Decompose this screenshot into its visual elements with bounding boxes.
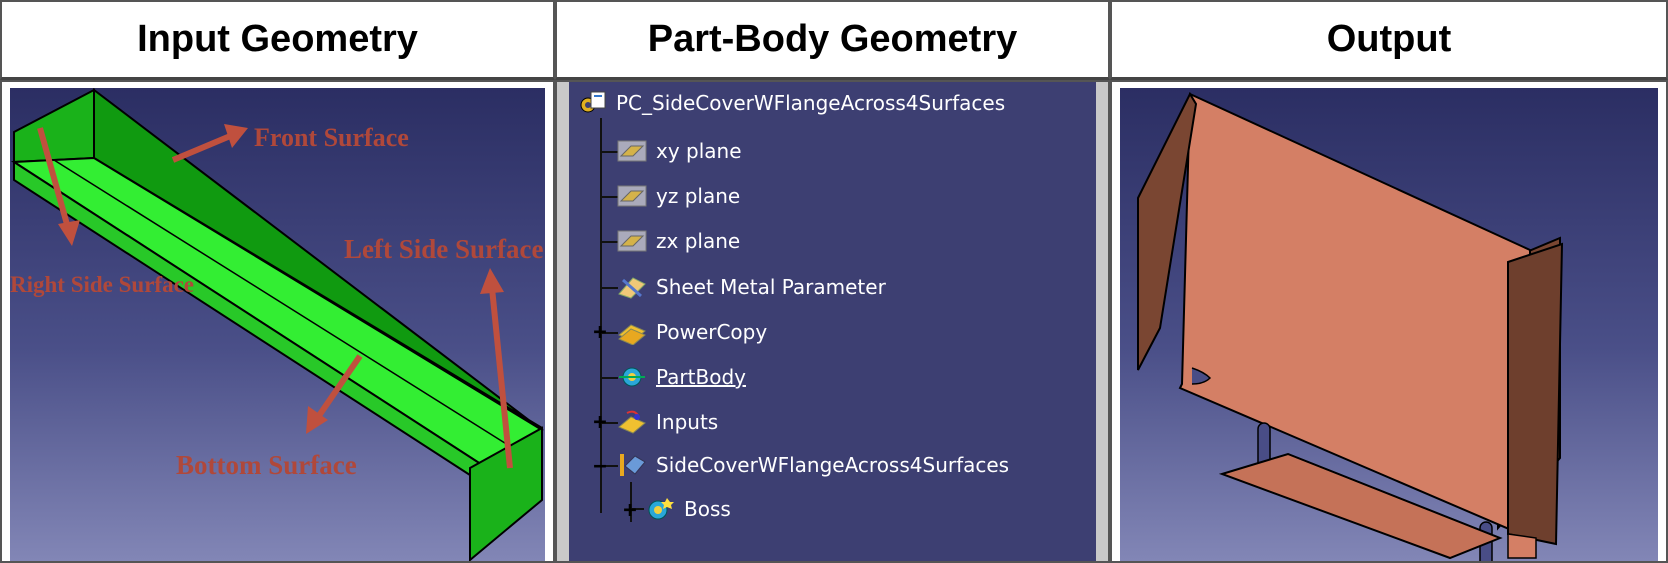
expand-inputs-icon[interactable]: + <box>591 412 609 434</box>
feature-icon <box>617 452 647 478</box>
tree-item-sheet-metal-parameter[interactable]: Sheet Metal Parameter <box>617 270 889 304</box>
bottom-surface-label: Bottom Surface <box>176 450 357 480</box>
comparison-table: Input Geometry Part-Body Geometry Output <box>0 0 1668 563</box>
output-right-flange <box>1507 242 1564 546</box>
header-output: Output <box>1110 0 1668 80</box>
plane-icon <box>617 138 647 164</box>
partbody-icon <box>617 364 647 390</box>
specification-tree: PC_SideCoverWFlangeAcross4Surfaces xy pl… <box>569 82 1096 561</box>
plane-icon <box>617 228 647 254</box>
tree-item-yz-plane[interactable]: yz plane <box>617 179 744 213</box>
tree-item-boss[interactable]: Boss <box>645 492 734 526</box>
collapse-feature-icon[interactable]: − <box>591 456 609 478</box>
sheet-metal-icon <box>617 274 647 300</box>
product-gear-icon <box>577 90 607 116</box>
expand-boss-icon[interactable]: + <box>621 500 639 522</box>
bottom-surface-shape <box>10 156 544 472</box>
input-geometry-panel: Front Surface Left Side Surface Right Si… <box>0 80 555 563</box>
boss-icon <box>645 496 675 522</box>
left-side-surface-label: Left Side Surface <box>344 234 543 264</box>
output-geometry-drawing <box>1137 91 1564 561</box>
output-panel <box>1110 80 1668 563</box>
right-side-surface-shape <box>13 88 95 164</box>
header-partbody-geometry: Part-Body Geometry <box>555 0 1110 80</box>
input-viewport: Front Surface Left Side Surface Right Si… <box>10 88 545 561</box>
tree-item-sidecover-feature[interactable]: SideCoverWFlangeAcross4Surfaces <box>617 448 1013 482</box>
input-geometry-drawing: Front Surface Left Side Surface Right Si… <box>10 88 544 561</box>
output-viewport <box>1120 88 1658 561</box>
tree-item-partbody[interactable]: PartBody <box>617 360 749 394</box>
expand-powercopy-icon[interactable]: + <box>591 322 609 344</box>
tree-item-powercopy[interactable]: PowerCopy <box>617 315 771 349</box>
tree-item-inputs[interactable]: Inputs <box>617 405 722 439</box>
tree-item-xy-plane[interactable]: xy plane <box>617 134 745 168</box>
partbody-tree-panel: PC_SideCoverWFlangeAcross4Surfaces xy pl… <box>555 80 1110 563</box>
powercopy-icon <box>617 319 647 345</box>
plane-icon <box>617 183 647 209</box>
tree-root[interactable]: PC_SideCoverWFlangeAcross4Surfaces <box>577 86 1009 120</box>
header-input-geometry: Input Geometry <box>0 0 555 80</box>
front-surface-label: Front Surface <box>254 123 409 152</box>
tree-item-zx-plane[interactable]: zx plane <box>617 224 744 258</box>
inputs-icon <box>617 409 647 435</box>
right-side-surface-label: Right Side Surface <box>10 272 194 297</box>
